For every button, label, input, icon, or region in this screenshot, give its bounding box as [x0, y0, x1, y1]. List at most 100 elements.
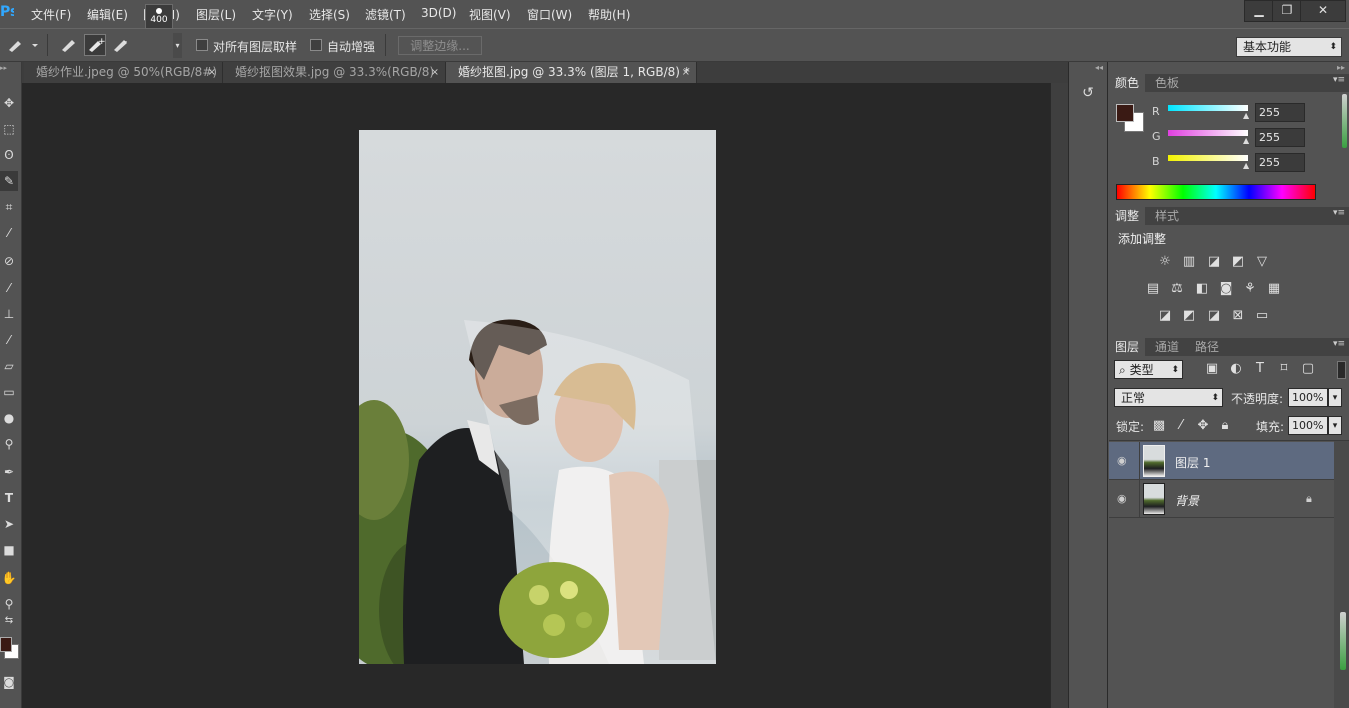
vertical-scrollbar[interactable]	[1050, 83, 1069, 708]
tab-paths[interactable]: 路径	[1189, 338, 1225, 356]
type-tool-icon[interactable]: T	[0, 488, 18, 508]
tool-preset-picker[interactable]	[6, 36, 38, 58]
menu-help[interactable]: 帮助(H)	[588, 6, 630, 23]
exposure-icon[interactable]: ◩	[1230, 255, 1246, 269]
channel-r-value[interactable]: 255	[1255, 103, 1305, 122]
opacity-dropdown-arrow[interactable]: ▾	[1328, 388, 1342, 407]
color-balance-icon[interactable]: ⚖	[1169, 282, 1185, 296]
panel-scrollbar[interactable]	[1342, 94, 1347, 148]
quick-mask-icon[interactable]: ◙	[0, 672, 18, 692]
menu-type[interactable]: 文字(Y)	[252, 6, 293, 23]
eyedropper-tool-icon[interactable]: ⁄	[0, 223, 18, 243]
vibrance-icon[interactable]: ▽	[1254, 255, 1270, 269]
shape-layer-filter-icon[interactable]: ⌑	[1276, 362, 1292, 376]
history-panel-icon[interactable]: ↺	[1078, 85, 1098, 113]
fill-input[interactable]: 100%	[1288, 416, 1328, 435]
new-selection-button[interactable]	[58, 34, 80, 56]
dodge-tool-icon[interactable]: ⚲	[0, 434, 18, 454]
channel-b-slider[interactable]	[1168, 155, 1248, 161]
hand-tool-icon[interactable]: ✋	[0, 568, 18, 588]
adjustment-layer-filter-icon[interactable]: ◐	[1228, 362, 1244, 376]
layers-scrollbar-thumb[interactable]	[1340, 612, 1346, 670]
menu-layer[interactable]: 图层(L)	[196, 6, 236, 23]
healing-brush-tool-icon[interactable]: ⊘	[0, 251, 18, 271]
filter-toggle-switch[interactable]	[1337, 361, 1346, 379]
visibility-eye-icon[interactable]: ◉	[1117, 492, 1127, 505]
slider-thumb-icon[interactable]: ▲	[1243, 161, 1249, 170]
threshold-icon[interactable]: ◪	[1206, 309, 1222, 323]
minimize-button[interactable]: ▁	[1244, 0, 1274, 22]
menu-file[interactable]: 文件(F)	[31, 6, 71, 23]
foreground-color-box[interactable]	[1116, 104, 1134, 122]
sample-all-layers-checkbox[interactable]	[196, 39, 208, 51]
brush-dropdown-arrow[interactable]: ▾	[173, 33, 182, 58]
menu-filter[interactable]: 滤镜(T)	[365, 6, 406, 23]
channel-r-slider[interactable]	[1168, 105, 1248, 111]
add-to-selection-button[interactable]: +	[84, 34, 106, 56]
tab-swatches[interactable]: 色板	[1149, 74, 1185, 92]
close-button[interactable]: ✕	[1300, 0, 1346, 22]
channel-mixer-icon[interactable]: ⚘	[1242, 282, 1258, 296]
auto-enhance-checkbox[interactable]	[310, 39, 322, 51]
pixel-layer-filter-icon[interactable]: ▣	[1204, 362, 1220, 376]
slider-thumb-icon[interactable]: ▲	[1243, 111, 1249, 120]
crop-tool-icon[interactable]: ⌗	[0, 197, 18, 217]
color-lookup-icon[interactable]: ▦	[1266, 282, 1282, 296]
blur-tool-icon[interactable]: ●	[0, 408, 18, 428]
smart-object-filter-icon[interactable]: ▢	[1300, 362, 1316, 376]
selective-color-icon[interactable]: ⊠	[1230, 309, 1246, 323]
subtract-from-selection-button[interactable]: -	[110, 34, 132, 56]
layer-row-layer1[interactable]: ◉ 图层 1	[1109, 442, 1334, 480]
expand-panels-icon[interactable]: ▸▸	[1337, 63, 1345, 72]
lock-transparent-pixels-icon[interactable]: ▩	[1151, 419, 1167, 433]
tab-styles[interactable]: 样式	[1149, 207, 1185, 225]
brush-tool-icon[interactable]: ⁄	[0, 278, 18, 298]
layer-row-background[interactable]: ◉ 背景 🔒︎	[1109, 480, 1334, 518]
foreground-color-swatch[interactable]	[0, 637, 12, 652]
brush-size-picker[interactable]: 400	[145, 4, 173, 29]
tab-document-2[interactable]: 婚纱抠图效果.jpg @ 33.3%(RGB/8) ×	[223, 62, 446, 83]
tab-color[interactable]: 颜色	[1109, 74, 1146, 92]
tab-channels[interactable]: 通道	[1149, 338, 1185, 356]
menu-window[interactable]: 窗口(W)	[527, 6, 572, 23]
panel-menu-icon[interactable]: ▾≡	[1333, 208, 1345, 218]
move-tool-icon[interactable]: ✥	[0, 93, 18, 113]
slider-thumb-icon[interactable]: ▲	[1243, 136, 1249, 145]
color-spectrum-bar[interactable]	[1116, 184, 1316, 200]
black-white-icon[interactable]: ◧	[1194, 282, 1210, 296]
lasso-tool-icon[interactable]: ʘ	[0, 145, 18, 165]
tab-close-icon[interactable]: ×	[431, 62, 439, 83]
channel-g-slider[interactable]	[1168, 130, 1248, 136]
levels-icon[interactable]: ▥	[1181, 255, 1197, 269]
gradient-tool-icon[interactable]: ▭	[0, 382, 18, 402]
eraser-tool-icon[interactable]: ▱	[0, 356, 18, 376]
fill-dropdown-arrow[interactable]: ▾	[1328, 416, 1342, 435]
menu-select[interactable]: 选择(S)	[309, 6, 350, 23]
lock-image-pixels-icon[interactable]: ⁄	[1173, 419, 1189, 433]
tab-layers[interactable]: 图层	[1109, 338, 1146, 356]
workspace-select[interactable]: 基本功能 ⬍	[1236, 37, 1342, 57]
collapse-toolbox-icon[interactable]: ▸▸	[0, 64, 21, 72]
lock-position-icon[interactable]: ✥	[1195, 419, 1211, 433]
tab-close-icon[interactable]: ×	[682, 62, 690, 83]
posterize-icon[interactable]: ◩	[1181, 309, 1197, 323]
hue-saturation-icon[interactable]: ▤	[1145, 282, 1161, 296]
path-selection-tool-icon[interactable]: ➤	[0, 514, 18, 534]
marquee-tool-icon[interactable]: ⬚	[0, 119, 18, 139]
tab-adjustments[interactable]: 调整	[1109, 207, 1146, 225]
swap-colors-icon[interactable]: ⇆	[0, 615, 18, 627]
photo-filter-icon[interactable]: ◙	[1218, 282, 1234, 296]
zoom-tool-icon[interactable]: ⚲	[0, 594, 18, 614]
quick-selection-tool-icon[interactable]: ✎	[0, 171, 18, 191]
history-brush-tool-icon[interactable]: ⁄	[0, 330, 18, 350]
curves-icon[interactable]: ◪	[1206, 255, 1222, 269]
lock-all-icon[interactable]: 🔒︎	[1217, 419, 1233, 433]
channel-b-value[interactable]: 255	[1255, 153, 1305, 172]
clone-stamp-tool-icon[interactable]: ⊥	[0, 304, 18, 324]
opacity-input[interactable]: 100%	[1288, 388, 1328, 407]
document-canvas[interactable]	[359, 130, 716, 664]
panel-menu-icon[interactable]: ▾≡	[1333, 75, 1345, 85]
invert-icon[interactable]: ◪	[1157, 309, 1173, 323]
refine-edge-button[interactable]: 调整边缘...	[398, 36, 482, 55]
layer-filter-select[interactable]: ⌕ 类型 ⬍	[1114, 360, 1183, 379]
